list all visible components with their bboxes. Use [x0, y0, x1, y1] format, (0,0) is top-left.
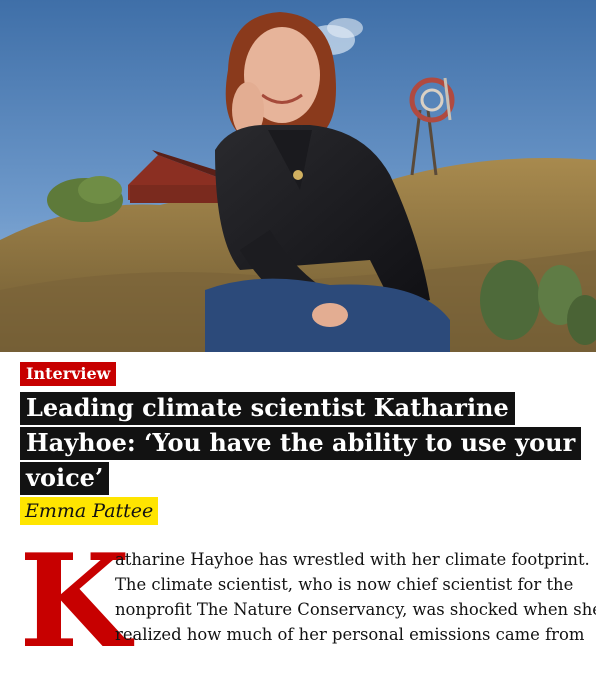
- drop-cap: K: [19, 527, 131, 677]
- headline-text: Leading climate scientist Katharine Hayh…: [20, 392, 582, 495]
- body-line: The climate scientist, who is now chief …: [115, 575, 574, 594]
- body-line: realized how much of her personal emissi…: [115, 625, 585, 644]
- article-kicker[interactable]: Interview: [20, 362, 117, 386]
- body-line: atharine Hayhoe has wrestled with her cl…: [115, 550, 590, 569]
- article-body: atharine Hayhoe has wrestled with her cl…: [115, 547, 596, 647]
- article-headline[interactable]: Leading climate scientist Katharine Hayh…: [20, 390, 582, 495]
- body-line: nonprofit The Nature Conservancy, was sh…: [115, 600, 596, 619]
- author-byline[interactable]: Emma Pattee: [20, 497, 159, 525]
- hero-image: [0, 0, 596, 352]
